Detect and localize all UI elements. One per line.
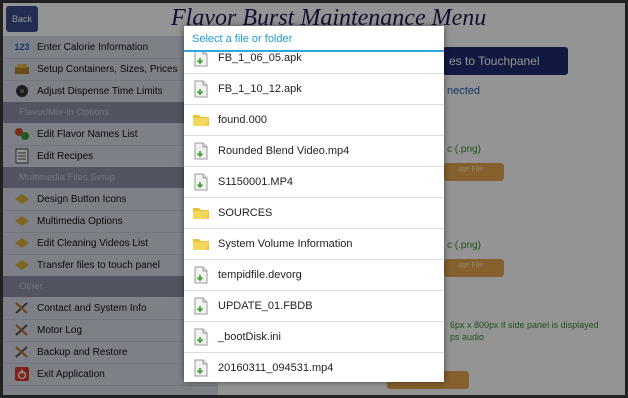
file-list-item[interactable]: tempidfile.devorg (184, 260, 444, 291)
file-name: 20160311_094531.mp4 (218, 362, 334, 374)
file-name: S1150001.MP4 (218, 176, 294, 188)
folder-icon (192, 111, 210, 129)
file-icon (192, 328, 210, 346)
file-list-item[interactable]: FB_1_06_05.apk (184, 52, 444, 74)
file-list-item[interactable]: UPDATE_01.FBDB (184, 291, 444, 322)
file-icon (192, 52, 210, 67)
dialog-title: Select a file or folder (184, 26, 444, 52)
file-list-item[interactable]: SOURCES (184, 198, 444, 229)
file-picker-dialog: Select a file or folder FB_1_06_05.apk FB… (184, 26, 444, 382)
folder-icon (192, 235, 210, 253)
file-name: Rounded Blend Video.mp4 (218, 145, 350, 157)
file-name: found.000 (218, 114, 267, 126)
file-name: SOURCES (218, 207, 273, 219)
file-name: FB_1_10_12.apk (218, 83, 302, 95)
file-icon (192, 80, 210, 98)
file-list: FB_1_06_05.apk FB_1_10_12.apk found.000 Rou… (184, 52, 444, 382)
file-list-item[interactable]: FB_1_10_12.apk (184, 74, 444, 105)
folder-icon (192, 204, 210, 222)
file-name: _bootDisk.ini (218, 331, 281, 343)
file-name: FB_1_06_05.apk (218, 52, 302, 64)
file-icon (192, 173, 210, 191)
file-name: UPDATE_01.FBDB (218, 300, 313, 312)
file-list-item[interactable]: _bootDisk.ini (184, 322, 444, 353)
file-name: tempidfile.devorg (218, 269, 302, 281)
file-name: System Volume Information (218, 238, 353, 250)
file-list-item[interactable]: Rounded Blend Video.mp4 (184, 136, 444, 167)
file-icon (192, 142, 210, 160)
file-list-item[interactable]: 20160311_094531.mp4 (184, 353, 444, 382)
file-list-item[interactable]: S1150001.MP4 (184, 167, 444, 198)
file-icon (192, 266, 210, 284)
file-list-item[interactable]: System Volume Information (184, 229, 444, 260)
file-list-item[interactable]: found.000 (184, 105, 444, 136)
file-icon (192, 297, 210, 315)
file-icon (192, 359, 210, 377)
